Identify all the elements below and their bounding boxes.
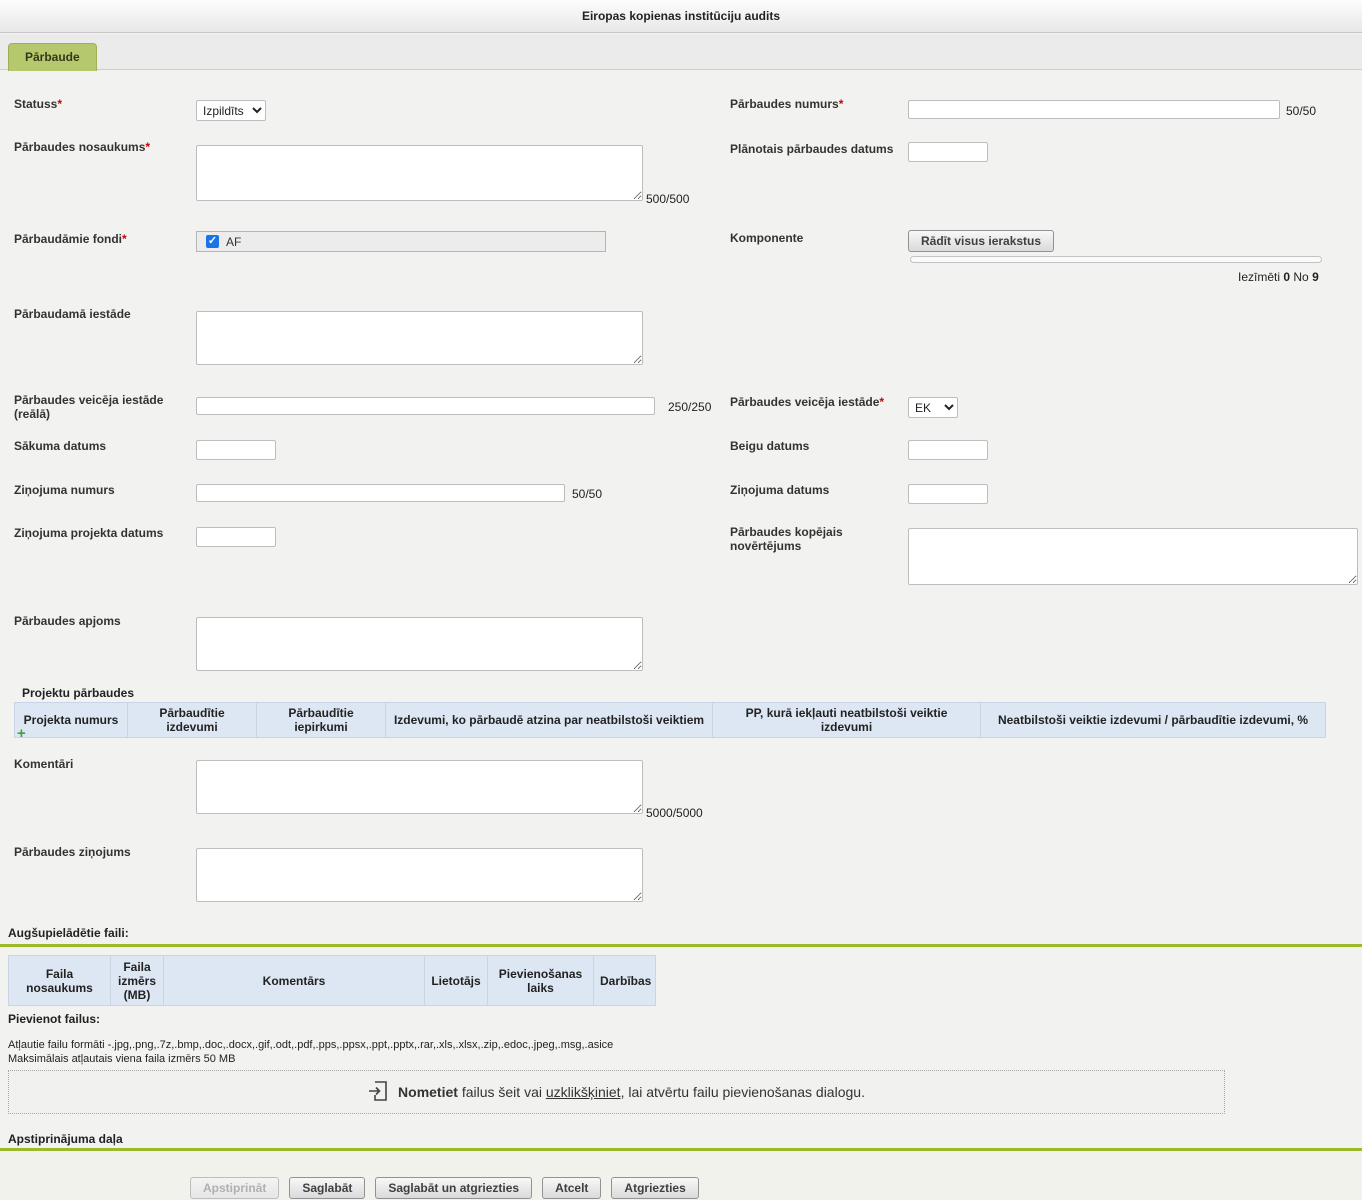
- planotais-datums-label: Plānotais pārbaudes datums: [730, 142, 893, 156]
- parbaudes-nosaukums-label: Pārbaudes nosaukums*: [14, 140, 150, 154]
- green-divider: [0, 1148, 1362, 1151]
- komponente-selection-info: Iezīmēti 0 No 9: [1238, 270, 1319, 284]
- planotais-datums-input[interactable]: [908, 142, 988, 162]
- sakuma-datums-input[interactable]: [196, 440, 276, 460]
- beigu-datums-input[interactable]: [908, 440, 988, 460]
- files-table: Faila nosaukums Faila izmērs (MB) Koment…: [8, 955, 656, 1006]
- parbaudes-numurs-input[interactable]: [908, 100, 1280, 119]
- col-darbibas: Darbības: [594, 956, 656, 1006]
- zinojuma-numurs-input[interactable]: [196, 484, 565, 502]
- required-mark: *: [122, 232, 127, 246]
- green-divider: [0, 944, 1362, 947]
- required-mark: *: [839, 97, 844, 111]
- af-checkbox-label: AF: [226, 235, 241, 249]
- max-size-text: Maksimālais atļautais viena faila izmērs…: [8, 1052, 908, 1066]
- parbaudes-numurs-counter: 50/50: [1286, 104, 1316, 118]
- required-mark: *: [145, 140, 150, 154]
- projektu-parbaudes-table: Projekta numurs Pārbaudītie izdevumi Pār…: [14, 702, 1326, 738]
- parbaudes-zinojums-textarea[interactable]: [196, 848, 643, 902]
- beigu-datums-label: Beigu datums: [730, 439, 809, 453]
- open-file-dialog-link[interactable]: uzklikšķiniet: [546, 1084, 621, 1100]
- col-neatbilstosi-procenti: Neatbilstoši veiktie izdevumi / pārbaudī…: [981, 703, 1326, 738]
- parbaudes-nosaukums-textarea[interactable]: [196, 145, 643, 201]
- fondi-box: ✓ AF: [196, 231, 606, 252]
- zinojuma-datums-label: Ziņojuma datums: [730, 483, 829, 497]
- uploaded-files-title: Augšupielādētie faili:: [8, 926, 129, 940]
- parbaudama-iestade-label: Pārbaudamā iestāde: [14, 307, 131, 321]
- add-project-row-button[interactable]: +: [17, 727, 26, 740]
- kopejais-novertejums-label: Pārbaudes kopējais novērtējums: [730, 525, 890, 553]
- cancel-button[interactable]: Atcelt: [542, 1177, 601, 1199]
- col-izdevumi-neatbilstosi: Izdevumi, ko pārbaudē atzina par neatbil…: [386, 703, 713, 738]
- save-button[interactable]: Saglabāt: [289, 1177, 365, 1199]
- komponente-label: Komponente: [730, 231, 803, 245]
- parbaudamie-fondi-label: Pārbaudāmie fondi*: [14, 232, 127, 246]
- parbaudes-zinojums-label: Pārbaudes ziņojums: [14, 845, 131, 859]
- veiceja-iestade-select[interactable]: EK: [908, 397, 958, 418]
- selected-count: 0: [1283, 270, 1290, 284]
- veiceja-iestade-reala-label: Pārbaudes veicēja iestāde (reālā): [14, 393, 184, 421]
- parbaudama-iestade-textarea[interactable]: [196, 311, 643, 365]
- zinojuma-numurs-counter: 50/50: [572, 487, 602, 501]
- col-projekta-numurs: Projekta numurs: [15, 703, 128, 738]
- dropzone-text: Nometiet failus šeit vai uzklikšķiniet, …: [398, 1084, 865, 1100]
- parbaudes-apjoms-textarea[interactable]: [196, 617, 643, 671]
- tab-parbaude[interactable]: Pārbaude: [8, 43, 97, 71]
- veiceja-iestade-label: Pārbaudes veicēja iestāde*: [730, 395, 884, 409]
- projektu-parbaudes-title: Projektu pārbaudes: [22, 686, 134, 700]
- total-count: 9: [1312, 270, 1319, 284]
- parbaudes-numurs-label: Pārbaudes numurs*: [730, 97, 843, 111]
- allowed-formats-text: Atļautie failu formāti -.jpg,.png,.7z,.b…: [8, 1038, 908, 1052]
- komponente-scrollbar[interactable]: [910, 256, 1322, 263]
- page-title: Eiropas kopienas institūciju audits: [0, 0, 1362, 33]
- window-header: Eiropas kopienas institūciju audits: [0, 0, 1362, 33]
- add-files-title: Pievienot failus:: [8, 1012, 100, 1026]
- col-parbauditie-iepirkumi: Pārbaudītie iepirkumi: [257, 703, 386, 738]
- footer-buttons: Apstiprināt Saglabāt Saglabāt un atgriez…: [190, 1177, 699, 1199]
- approval-section-title: Apstiprinājuma daļa: [8, 1132, 123, 1146]
- kopejais-novertejums-textarea[interactable]: [908, 528, 1358, 585]
- tab-bar: Pārbaude: [0, 34, 1362, 70]
- komentari-counter: 5000/5000: [646, 806, 703, 820]
- col-faila-nosaukums: Faila nosaukums: [9, 956, 111, 1006]
- show-all-records-button[interactable]: Rādīt visus ierakstus: [908, 230, 1054, 252]
- parbaudes-apjoms-label: Pārbaudes apjoms: [14, 614, 121, 628]
- komentari-textarea[interactable]: [196, 760, 643, 814]
- zinojuma-projekta-datums-label: Ziņojuma projekta datums: [14, 526, 184, 540]
- approve-button[interactable]: Apstiprināt: [190, 1177, 279, 1199]
- col-lietotajs: Lietotājs: [425, 956, 488, 1006]
- zinojuma-datums-input[interactable]: [908, 484, 988, 504]
- col-faila-izmers: Faila izmērs (MB): [111, 956, 164, 1006]
- audit-form-page: Eiropas kopienas institūciju audits Pārb…: [0, 0, 1362, 1200]
- required-mark: *: [879, 395, 884, 409]
- return-button[interactable]: Atgriezties: [611, 1177, 698, 1199]
- file-import-icon: [368, 1080, 388, 1105]
- parbaudes-nosaukums-counter: 500/500: [646, 192, 689, 206]
- file-dropzone[interactable]: Nometiet failus šeit vai uzklikšķiniet, …: [8, 1070, 1225, 1114]
- statuss-label: Statuss*: [14, 97, 62, 111]
- af-checkbox[interactable]: ✓: [206, 235, 219, 248]
- required-mark: *: [57, 97, 62, 111]
- col-pp-ieklauti: PP, kurā iekļauti neatbilstoši veiktie i…: [713, 703, 981, 738]
- col-parbauditie-izdevumi: Pārbaudītie izdevumi: [128, 703, 257, 738]
- veiceja-iestade-reala-input[interactable]: [196, 397, 655, 415]
- col-pievienosanas-laiks: Pievienošanas laiks: [488, 956, 594, 1006]
- komentari-label: Komentāri: [14, 757, 73, 771]
- statuss-select[interactable]: Izpildīts: [196, 100, 266, 121]
- col-komentars: Komentārs: [164, 956, 425, 1006]
- sakuma-datums-label: Sākuma datums: [14, 439, 106, 453]
- zinojuma-numurs-label: Ziņojuma numurs: [14, 483, 115, 497]
- veiceja-iestade-reala-counter: 250/250: [668, 400, 711, 414]
- save-and-return-button[interactable]: Saglabāt un atgriezties: [375, 1177, 532, 1199]
- zinojuma-projekta-datums-input[interactable]: [196, 527, 276, 547]
